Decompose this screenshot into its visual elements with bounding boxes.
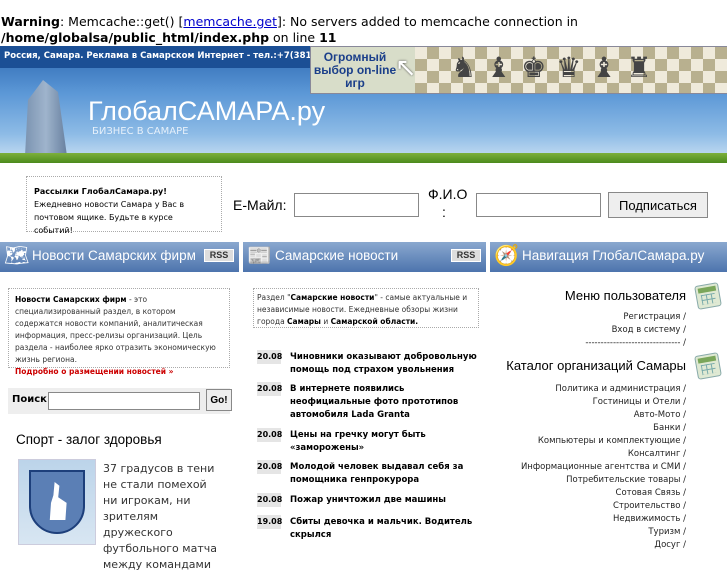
news-title[interactable]: Цены на гречку могут быть «заморожены» xyxy=(290,429,480,455)
firms-info-title: Новости Самарских фирм xyxy=(15,295,127,304)
warning-text-2: ]: No servers added to memcache connecti… xyxy=(276,14,578,29)
news-date: 20.08 xyxy=(257,493,282,507)
tower-image xyxy=(25,80,67,156)
goat-shield-icon xyxy=(29,470,85,534)
calendar-icon xyxy=(694,352,722,380)
banner-ground xyxy=(0,153,727,163)
subscribe-button[interactable]: Подписаться xyxy=(608,192,708,218)
search-input[interactable] xyxy=(48,392,200,410)
news-title[interactable]: В интернете появились неофициальные фото… xyxy=(290,383,480,422)
rss-icon[interactable]: RSS xyxy=(451,249,481,262)
firms-info-text: - это специализированный раздел, в котор… xyxy=(15,295,216,364)
news-title[interactable]: Чиновники оказывают добровольную помощь … xyxy=(290,351,480,377)
samara-news-title: Самарские новости xyxy=(275,248,399,263)
login-link[interactable]: Вход в систему / xyxy=(612,325,686,335)
catalog-link[interactable]: Гостиницы и Отели / xyxy=(593,397,686,407)
catalog-link[interactable]: Авто-Мото / xyxy=(634,410,686,420)
navigation-title: Навигация ГлобалСамара.ру xyxy=(522,248,705,263)
navigation-header: 🧭 Навигация ГлобалСамара.ру xyxy=(490,242,727,272)
php-warning: Warning: Memcache::get() [memcache.get]:… xyxy=(0,14,727,46)
chess-pieces-icon: ♞♝♚♛♝♜ xyxy=(451,51,662,84)
news-date: 19.08 xyxy=(257,515,282,529)
catalog-link[interactable]: Потребительские товары / xyxy=(566,475,686,485)
samara-news-header[interactable]: 📰 Самарские новости RSS xyxy=(243,242,488,272)
register-link[interactable]: Регистрация / xyxy=(623,312,686,322)
rss-icon[interactable]: RSS xyxy=(204,249,234,262)
name-field[interactable] xyxy=(476,193,601,217)
catalog-link[interactable]: Компьютеры и комплектующие / xyxy=(538,436,686,446)
catalog-link[interactable]: Консалтинг / xyxy=(628,449,686,459)
firms-news-header[interactable]: 🗺 Новости Самарских фирм RSS xyxy=(0,242,241,272)
calendar-icon xyxy=(694,282,722,310)
news-date: 20.08 xyxy=(257,382,282,396)
catalog-title: Каталог организаций Самары xyxy=(506,358,686,373)
site-logo[interactable]: ГлобалСАМАРА.ру xyxy=(88,96,325,127)
catalog-link[interactable]: Сотовая Связь / xyxy=(616,488,686,498)
catalog-link[interactable]: Банки / xyxy=(653,423,686,433)
news-date: 20.08 xyxy=(257,350,282,364)
news-info-title: Самарские новости xyxy=(290,293,375,302)
email-field[interactable] xyxy=(294,193,419,217)
article-title[interactable]: Спорт - залог здоровья xyxy=(16,432,162,447)
news-info-and: и xyxy=(320,317,331,326)
search-button[interactable]: Go! xyxy=(206,389,232,411)
newsletter-info: Рассылки ГлобалСамара.ру! Ежедневно ново… xyxy=(26,176,222,235)
compass-icon: 🧭 xyxy=(494,245,519,267)
firms-column: Новости Самарских фирм - это специализир… xyxy=(0,272,241,571)
news-info-box: Раздел "Самарские новости" - самые актуа… xyxy=(253,288,479,328)
news-column: Раздел "Самарские новости" - самые актуа… xyxy=(243,272,488,545)
chess-ad-text: Огромный выбор on-line игр xyxy=(313,50,397,90)
news-title[interactable]: Пожар уничтожил две машины xyxy=(290,494,480,507)
news-date: 20.08 xyxy=(257,460,282,474)
map-icon: 🗺 xyxy=(4,245,30,267)
catalog-link[interactable]: Досуг / xyxy=(654,540,686,550)
catalog-link[interactable]: Строительство / xyxy=(613,501,686,511)
firms-news-title: Новости Самарских фирм xyxy=(32,248,196,263)
name-label-colon: : xyxy=(442,204,446,220)
search-bar: Поиск: Go! xyxy=(8,388,232,414)
warning-label: Warning xyxy=(1,14,60,29)
article-teaser: 37 градусов в тени не стали помехой ни и… xyxy=(103,462,217,571)
newsletter-info-title: Рассылки ГлобалСамара.ру! xyxy=(34,187,167,196)
news-title[interactable]: Сбиты девочка и мальчик. Водитель скрылс… xyxy=(290,516,480,542)
newsletter-signup: Рассылки ГлобалСамара.ру! Ежедневно ново… xyxy=(0,170,727,240)
news-info-region: Самарской области. xyxy=(330,317,419,326)
warning-text-3: on line xyxy=(269,30,320,45)
warning-text-1: : Memcache::get() [ xyxy=(59,14,184,29)
cursor-icon: ↖ xyxy=(395,53,417,83)
search-label: Поиск: xyxy=(12,394,51,405)
catalog-link[interactable]: Недвижимость / xyxy=(613,514,686,524)
firms-info-link[interactable]: Подробно о размещении новостей » xyxy=(15,367,173,376)
chess-ad-banner[interactable]: Огромный выбор on-line игр ↖ ♞♝♚♛♝♜ xyxy=(310,46,727,94)
news-info-city: Самары xyxy=(287,317,321,326)
news-info-pre: Раздел " xyxy=(257,293,291,302)
catalog-link[interactable]: Туризм / xyxy=(648,527,686,537)
firms-info-box: Новости Самарских фирм - это специализир… xyxy=(8,288,230,376)
catalog-link[interactable]: Политика и администрация / xyxy=(555,384,686,394)
navigation-column: Меню пользователя Регистрация / Вход в с… xyxy=(490,272,727,550)
menu-divider: ------------------------------- / xyxy=(585,338,686,348)
newspaper-icon: 📰 xyxy=(247,245,272,267)
banner-location: Россия, Самара. Реклама в Самарском Инте… xyxy=(4,51,358,61)
coat-of-arms-image xyxy=(18,459,96,545)
warning-path: /home/globalsa/public_html/index.php xyxy=(1,30,270,45)
news-date: 20.08 xyxy=(257,428,282,442)
email-label: Е-Майл: xyxy=(233,197,287,213)
newsletter-info-text: Ежедневно новости Самара у Вас в почтово… xyxy=(34,200,185,235)
catalog-link[interactable]: Информационные агентства и СМИ / xyxy=(521,462,686,472)
warning-line: 11 xyxy=(319,30,337,45)
news-title[interactable]: Молодой человек выдавал себя за помощник… xyxy=(290,461,480,487)
user-menu-title: Меню пользователя xyxy=(564,288,686,303)
site-subtitle: БИЗНЕС В САМАРЕ xyxy=(92,126,189,137)
name-label: Ф.И.О xyxy=(428,186,468,202)
memcache-link[interactable]: memcache.get xyxy=(183,14,277,29)
